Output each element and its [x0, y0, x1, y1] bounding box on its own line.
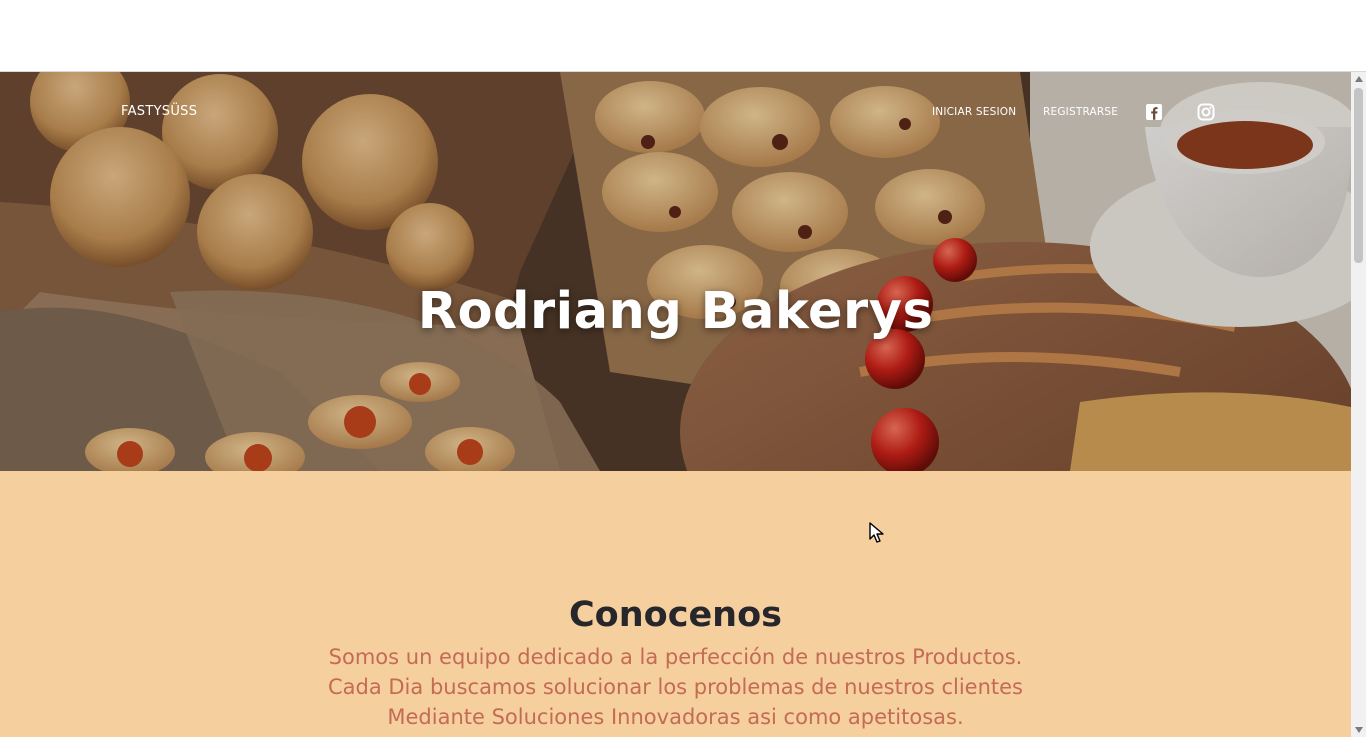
brand-link[interactable]: FASTYSÜSS — [121, 104, 197, 119]
about-line-1: Somos un equipo dedicado a la perfección… — [328, 645, 1023, 669]
instagram-icon[interactable] — [1197, 103, 1215, 121]
about-title: Conocenos — [569, 595, 782, 636]
about-line-3: Mediante Soluciones Innovadoras asi como… — [387, 705, 964, 729]
scroll-down-arrow-icon[interactable] — [1355, 727, 1363, 733]
about-description: Somos un equipo dedicado a la perfección… — [300, 642, 1051, 732]
login-link[interactable]: INICIAR SESION — [932, 106, 1016, 118]
scrollbar-thumb[interactable] — [1354, 88, 1363, 263]
top-navigation: FASTYSÜSS INICIAR SESION REGISTRARSE — [0, 72, 1351, 152]
mouse-cursor-icon — [869, 522, 884, 543]
hero-section: FASTYSÜSS INICIAR SESION REGISTRARSE Rod… — [0, 72, 1351, 471]
page-viewport: FASTYSÜSS INICIAR SESION REGISTRARSE Rod… — [0, 72, 1351, 737]
scroll-up-arrow-icon[interactable] — [1355, 76, 1363, 82]
about-line-2: Cada Dia buscamos solucionar los problem… — [327, 675, 1023, 699]
register-link[interactable]: REGISTRARSE — [1043, 106, 1118, 118]
page-scrollbar[interactable] — [1351, 72, 1366, 737]
about-section: Conocenos Somos un equipo dedicado a la … — [0, 471, 1351, 737]
hero-title: Rodriang Bakerys — [417, 282, 934, 342]
facebook-icon[interactable] — [1145, 103, 1163, 121]
browser-top-area — [0, 0, 1366, 72]
